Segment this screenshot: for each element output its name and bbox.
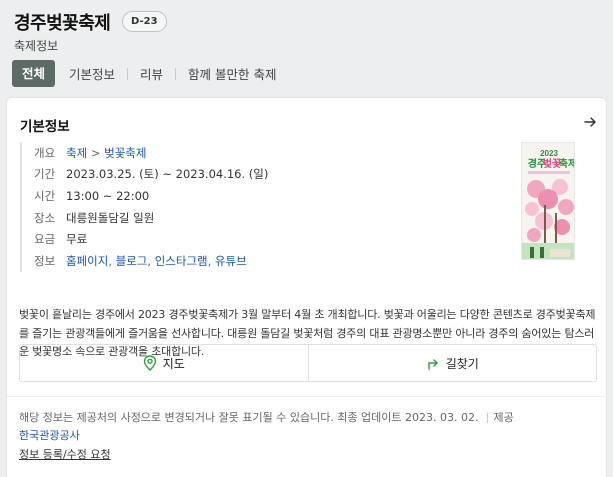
youtube-link[interactable]: 유튜브 bbox=[215, 254, 247, 268]
tab-all[interactable]: 전체 bbox=[12, 60, 56, 87]
blog-link[interactable]: 블로그 bbox=[116, 254, 148, 268]
info-label: 기간 bbox=[34, 167, 56, 182]
edit-request-link[interactable]: 정보 등록/수정 요청 bbox=[19, 446, 111, 462]
info-label: 장소 bbox=[34, 210, 56, 225]
header: 경주벚꽃축제 D-23 축제정보 전체 기본정보 리뷰 함께 볼만한 축제 bbox=[0, 0, 613, 97]
time-value: 13:00 ~ 22:00 bbox=[66, 188, 150, 203]
info-label: 시간 bbox=[34, 188, 56, 203]
poster-title-c: 축제 bbox=[559, 157, 575, 170]
info-row-fee: 요금 무료 bbox=[34, 228, 268, 250]
info-label: 요금 bbox=[34, 232, 56, 247]
provider-label: 제공 bbox=[493, 411, 514, 424]
page-title: 경주벚꽃축제 bbox=[14, 13, 111, 34]
notice-divider bbox=[486, 413, 488, 423]
provider-link[interactable]: 한국관광공사 bbox=[19, 427, 80, 443]
tab-divider bbox=[175, 67, 177, 80]
info-label: 개요 bbox=[34, 145, 56, 160]
action-bar: 지도 길찾기 bbox=[19, 344, 597, 382]
page-subtitle: 축제정보 bbox=[14, 39, 59, 53]
homepage-link[interactable]: 홈페이지 bbox=[66, 254, 108, 268]
tab-bar: 전체 기본정보 리뷰 함께 볼만한 축제 bbox=[12, 60, 277, 87]
basic-info-card: 기본정보 개요 축제 > 벚꽃축제 기간 2023.03.25. (토) ~ 2… bbox=[6, 97, 608, 477]
period-value: 2023.03.25. (토) ~ 2023.04.16. (일) bbox=[66, 167, 269, 182]
info-label: 정보 bbox=[34, 253, 56, 268]
tab-related-festivals[interactable]: 함께 볼만한 축제 bbox=[188, 64, 276, 83]
place-link[interactable]: 대릉원돌담길 일원 bbox=[66, 210, 154, 226]
tab-divider bbox=[127, 67, 129, 80]
directions-button-label: 길찾기 bbox=[445, 356, 479, 371]
festival-poster[interactable]: 2023 경주 벚꽃 축제 bbox=[521, 142, 575, 260]
category-link-festival[interactable]: 축제 bbox=[66, 146, 87, 160]
info-row-overview: 개요 축제 > 벚꽃축제 bbox=[34, 142, 268, 164]
info-row-time: 시간 13:00 ~ 22:00 bbox=[34, 185, 268, 207]
divider bbox=[7, 396, 608, 397]
map-button[interactable]: 지도 bbox=[20, 345, 308, 381]
info-row-links: 정보 홈페이지, 블로그, 인스타그램, 유튜브 bbox=[34, 253, 247, 268]
notice-text: 해당 정보는 제공처의 사정으로 변경되거나 잘못 표기될 수 있습니다. 최종… bbox=[19, 411, 479, 424]
info-row-place: 장소 대릉원돌담길 일원 bbox=[34, 207, 268, 229]
instagram-link[interactable]: 인스타그램 bbox=[155, 254, 208, 268]
tab-basic-info[interactable]: 기본정보 bbox=[69, 64, 115, 83]
category-separator: > bbox=[90, 145, 101, 160]
tab-reviews[interactable]: 리뷰 bbox=[140, 64, 163, 83]
fee-value: 무료 bbox=[66, 232, 88, 247]
directions-icon bbox=[427, 359, 438, 370]
arrow-right-icon[interactable] bbox=[582, 114, 598, 130]
section-title: 기본정보 bbox=[20, 119, 70, 135]
dday-badge: D-23 bbox=[122, 11, 167, 32]
update-notice: 해당 정보는 제공처의 사정으로 변경되거나 잘못 표기될 수 있습니다. 최종… bbox=[19, 409, 514, 425]
info-list: 개요 축제 > 벚꽃축제 기간 2023.03.25. (토) ~ 2023.0… bbox=[20, 142, 268, 272]
map-button-label: 지도 bbox=[162, 356, 185, 371]
category-link-cherry-blossom[interactable]: 벚꽃축제 bbox=[104, 146, 146, 160]
info-row-period: 기간 2023.03.25. (토) ~ 2023.04.16. (일) bbox=[34, 164, 268, 186]
directions-button[interactable]: 길찾기 bbox=[307, 345, 597, 381]
map-pin-icon bbox=[143, 355, 156, 371]
poster-year: 2023 bbox=[540, 149, 558, 158]
